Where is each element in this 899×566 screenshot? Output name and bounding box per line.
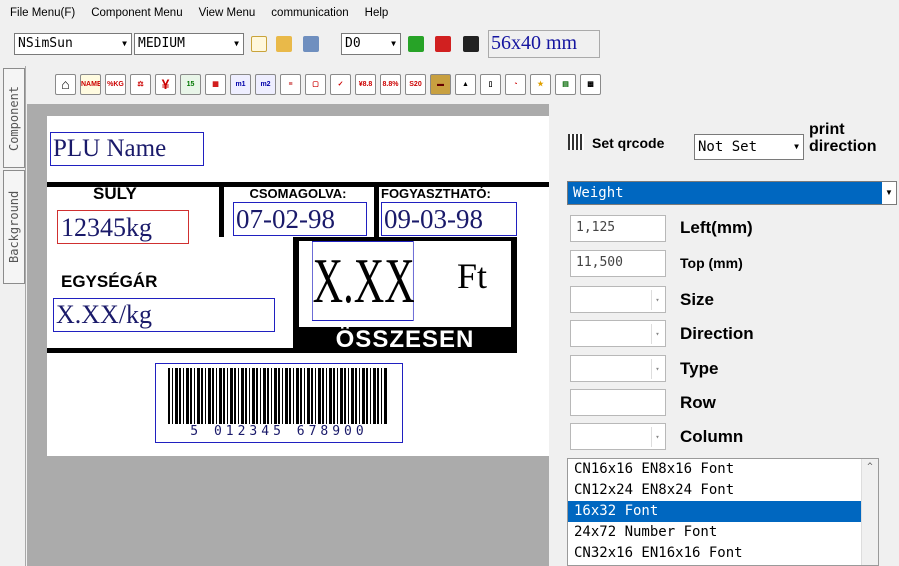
expiry-date-field[interactable]: 09-03-98 bbox=[381, 202, 517, 236]
spin-down-icon[interactable]: ▾ bbox=[651, 359, 663, 379]
bell-icon[interactable]: ▲ bbox=[455, 74, 476, 95]
size-label: Size bbox=[680, 290, 715, 309]
list-item[interactable]: CN16x16 EN8x16 Font bbox=[568, 459, 878, 480]
total-heading: ÖSSZESEN bbox=[335, 326, 475, 353]
barcode-bars bbox=[168, 368, 388, 424]
yen-icon[interactable]: ¥ bbox=[155, 74, 176, 95]
m2-icon[interactable]: m2 bbox=[255, 74, 276, 95]
list-item[interactable]: CN32x16 EN16x16 Font bbox=[568, 543, 878, 564]
rect-icon[interactable]: ▢ bbox=[305, 74, 326, 95]
calendar-15-icon[interactable]: 15 bbox=[180, 74, 201, 95]
print-direction-label: print direction bbox=[809, 121, 877, 155]
device-select[interactable]: D0 ▼ bbox=[341, 33, 401, 55]
spin-down-icon[interactable]: ▾ bbox=[651, 324, 663, 344]
save-icon[interactable] bbox=[303, 36, 319, 52]
chevron-down-icon[interactable]: ▼ bbox=[790, 135, 803, 159]
device-icon[interactable] bbox=[463, 36, 479, 52]
weight-heading: SÚLY bbox=[93, 184, 137, 203]
chevron-down-icon[interactable]: ▼ bbox=[387, 34, 400, 54]
packed-date-field[interactable]: 07-02-98 bbox=[233, 202, 367, 236]
menu-communication[interactable]: communication bbox=[271, 7, 348, 19]
barcode-field[interactable]: 5 012345 678900 bbox=[155, 363, 403, 443]
left-input[interactable]: 1,125 bbox=[570, 215, 666, 242]
spin-down-icon[interactable]: ▾ bbox=[651, 427, 663, 447]
text-icon[interactable]: ≡ bbox=[280, 74, 301, 95]
row-label: Row bbox=[680, 393, 716, 412]
unit-kg-icon[interactable]: %KG bbox=[105, 74, 126, 95]
box-icon[interactable]: ▬ bbox=[430, 74, 451, 95]
divider-v2 bbox=[374, 182, 379, 237]
top-label: Top (mm) bbox=[680, 255, 743, 271]
qrcode-select[interactable]: Not Set ▼ bbox=[694, 134, 804, 160]
scale-icon[interactable]: ⚖ bbox=[130, 74, 151, 95]
menu-file[interactable]: File Menu(F) bbox=[10, 7, 75, 19]
design-canvas[interactable]: PLU Name SÚLY 12345kg CSOMAGOLVA: 07-02-… bbox=[27, 104, 549, 566]
direction-label: Direction bbox=[680, 324, 754, 343]
calendar-icon[interactable]: ▦ bbox=[205, 74, 226, 95]
tab-component[interactable]: Component bbox=[3, 68, 25, 168]
chevron-down-icon[interactable]: ▼ bbox=[230, 34, 243, 54]
new-file-icon[interactable] bbox=[251, 36, 267, 52]
barcode-digits: 5 012345 678900 bbox=[190, 424, 368, 439]
list-item[interactable]: 16x32 Font bbox=[568, 501, 878, 522]
chevron-down-icon[interactable]: ▼ bbox=[882, 182, 896, 204]
m1-icon[interactable]: m1 bbox=[230, 74, 251, 95]
spin-down-icon[interactable]: ▾ bbox=[651, 290, 663, 310]
name-icon[interactable]: NAME bbox=[80, 74, 101, 95]
unit-price-icon[interactable]: 8.8% bbox=[380, 74, 401, 95]
column-input[interactable]: ▾ bbox=[570, 423, 666, 450]
download-icon[interactable] bbox=[408, 36, 424, 52]
divider-bottom-left bbox=[47, 348, 299, 353]
sequence-icon[interactable]: ▯ bbox=[480, 74, 501, 95]
font-weight-select[interactable]: MEDIUM ▼ bbox=[134, 33, 244, 55]
direction-input[interactable]: ▾ bbox=[570, 320, 666, 347]
list-item[interactable]: 24x72 Number Font bbox=[568, 522, 878, 543]
unit-price-field[interactable]: X.XX/kg bbox=[53, 298, 275, 332]
s20-code-icon[interactable]: S20 bbox=[405, 74, 426, 95]
font-list[interactable]: CN16x16 EN8x16 Font CN12x24 EN8x24 Font … bbox=[567, 458, 879, 566]
qrcode-icon bbox=[568, 134, 584, 150]
component-select[interactable]: Weight ▼ bbox=[567, 181, 897, 205]
chevron-up-icon[interactable]: ^ bbox=[862, 459, 878, 475]
unit-price-heading: EGYSÉGÁR bbox=[61, 272, 158, 291]
font-name-select[interactable]: NSimSun ▼ bbox=[14, 33, 132, 55]
menu-view[interactable]: View Menu bbox=[199, 7, 256, 19]
menu-bar: File Menu(F) Component Menu View Menu co… bbox=[0, 0, 899, 26]
label-preview[interactable]: PLU Name SÚLY 12345kg CSOMAGOLVA: 07-02-… bbox=[47, 116, 549, 456]
expiry-heading: FOGYASZTHATÓ: bbox=[381, 186, 491, 201]
upload-icon[interactable] bbox=[435, 36, 451, 52]
left-label: Left(mm) bbox=[680, 218, 753, 237]
row-input[interactable] bbox=[570, 389, 666, 416]
menu-help[interactable]: Help bbox=[365, 7, 389, 19]
plu-name-field[interactable]: PLU Name bbox=[50, 132, 204, 166]
list-item[interactable]: CN12x24 EN8x24 Font bbox=[568, 480, 878, 501]
side-tabs: Component Background bbox=[0, 66, 26, 566]
tab-background[interactable]: Background bbox=[3, 170, 25, 284]
size-input[interactable]: ▾ bbox=[570, 286, 666, 313]
list-scrollbar[interactable]: ^ bbox=[861, 459, 878, 565]
total-value-field[interactable]: X.XX bbox=[312, 241, 415, 321]
currency-label: Ft bbox=[457, 256, 488, 296]
open-folder-icon[interactable] bbox=[276, 36, 292, 52]
top-input[interactable]: 11,500 bbox=[570, 250, 666, 277]
home-icon[interactable]: ⌂ bbox=[55, 74, 76, 95]
menu-component[interactable]: Component Menu bbox=[91, 7, 182, 19]
chevron-down-icon[interactable]: ▼ bbox=[118, 34, 131, 54]
type-input[interactable]: ▾ bbox=[570, 355, 666, 382]
check-icon[interactable]: ✓ bbox=[330, 74, 351, 95]
total-block: X.XX Ft ÖSSZESEN bbox=[293, 237, 517, 353]
format-toolbar: NSimSun ▼ MEDIUM ▼ D0 ▼ bbox=[0, 27, 899, 61]
type-label: Type bbox=[680, 359, 719, 378]
total-inner: X.XX Ft bbox=[299, 241, 511, 327]
packed-heading: CSOMAGOLVA: bbox=[249, 186, 347, 201]
zoom-icon[interactable]: ◔ bbox=[505, 74, 526, 95]
star-icon[interactable]: ★ bbox=[530, 74, 551, 95]
label-size-text: 56x40 mm bbox=[491, 32, 578, 54]
weight-field[interactable]: 12345kg bbox=[57, 210, 189, 244]
print-icon[interactable]: ▤ bbox=[555, 74, 576, 95]
price-icon[interactable]: ¥8.8 bbox=[355, 74, 376, 95]
column-label: Column bbox=[680, 427, 744, 446]
qrcode-label: Set qrcode bbox=[592, 135, 665, 151]
qrcode-icon[interactable]: ▩ bbox=[580, 74, 601, 95]
